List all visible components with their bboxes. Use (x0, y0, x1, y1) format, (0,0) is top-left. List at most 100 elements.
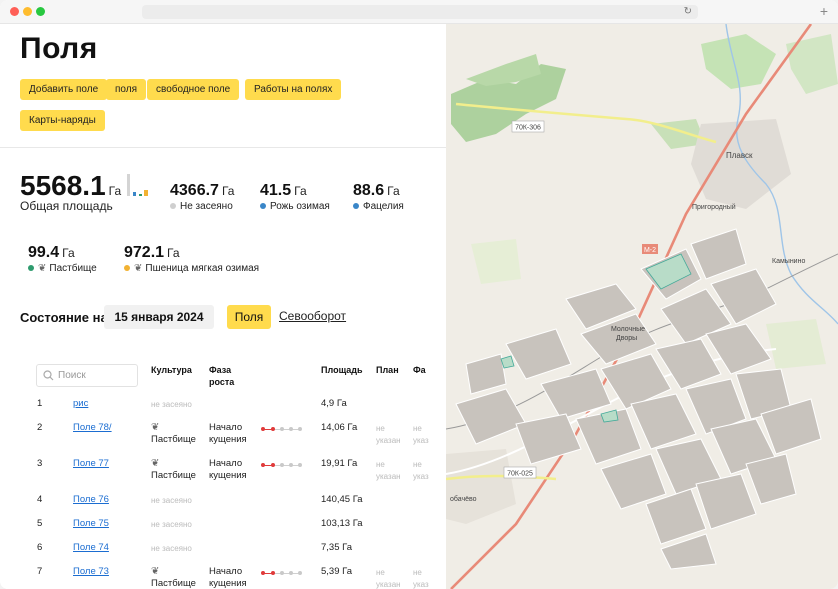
fact-cell: не указ (413, 568, 429, 589)
search-placeholder: Поиск (58, 370, 86, 381)
search-input[interactable]: Поиск (36, 364, 138, 387)
row-number: 7 (37, 566, 43, 577)
stat-label: Не засеяно (170, 201, 233, 212)
fact-cell: не указ (413, 460, 429, 481)
phase-progress (261, 426, 303, 432)
phase-progress (261, 570, 303, 576)
map-label-road: 70К-025 (507, 471, 533, 478)
stat-value: 972.1 Га (124, 244, 180, 261)
reload-icon[interactable]: ↻ (684, 5, 692, 19)
work-orders-button[interactable]: Карты-наряды (20, 110, 105, 131)
fields-panel: Поля Добавить поле поля свободное поле Р… (0, 24, 446, 589)
legend-dot (353, 203, 359, 209)
stat-value: 4366.7 Га (170, 182, 235, 199)
stat-label: ❦ Пшеница мягкая озимая (124, 263, 259, 274)
new-tab-icon[interactable]: + (820, 3, 828, 19)
field-link[interactable]: Поле 77 (73, 458, 109, 470)
meadow-area (766, 319, 826, 369)
total-area-value: 5568.1 Га (20, 170, 122, 201)
culture-cell: ❦ Пастбище (151, 458, 196, 481)
minimize-window-icon[interactable] (23, 7, 32, 16)
plan-cell: не указан (376, 568, 401, 589)
field-link[interactable]: Поле 78/ (73, 422, 112, 434)
area-mini-chart (127, 174, 148, 196)
field-link[interactable]: Поле 75 (73, 518, 109, 530)
tab-crop-rotation[interactable]: Севооборот (279, 309, 346, 323)
close-window-icon[interactable] (10, 7, 19, 16)
legend-dot (124, 265, 130, 271)
town-area (691, 119, 791, 209)
culture-cell: ❦ Пастбище (151, 566, 196, 589)
phase-cell: Начало кущения (209, 422, 247, 445)
legend-dot (28, 265, 34, 271)
map-label-village: обачёво (450, 495, 477, 503)
divider (0, 147, 446, 148)
not-sown-label: не засеяно (151, 544, 192, 553)
culture-cell: ❦ Пастбище (151, 422, 196, 445)
not-sown-label: не засеяно (151, 496, 192, 505)
map-label-road: 70К-306 (515, 125, 541, 132)
date-picker[interactable]: 15 января 2024 (104, 305, 214, 329)
fields-button[interactable]: поля (106, 79, 147, 100)
column-header-phase[interactable]: Фаза роста (209, 364, 234, 388)
field-area: 103,13 Га (321, 518, 363, 529)
leaf-icon: ❦ (151, 422, 160, 433)
stat-label: Рожь озимая (260, 201, 330, 212)
maximize-window-icon[interactable] (36, 7, 45, 16)
field-works-button[interactable]: Работы на полях (245, 79, 342, 100)
row-number: 5 (37, 518, 43, 529)
legend-dot (260, 203, 266, 209)
forest-area (786, 34, 838, 94)
browser-titlebar: ↻ + (0, 0, 838, 24)
phase-cell: Начало кущения (209, 566, 247, 589)
leaf-icon: ❦ (38, 263, 47, 274)
column-header-plan[interactable]: План (376, 364, 399, 376)
leaf-icon: ❦ (134, 263, 143, 274)
plan-cell: не указан (376, 460, 401, 481)
column-header-area[interactable]: Площадь (321, 364, 363, 376)
row-number: 6 (37, 542, 43, 553)
town-area (446, 449, 516, 524)
column-header-fact[interactable]: Фа (413, 364, 426, 376)
plan-cell: не указан (376, 424, 401, 445)
stat-value: 88.6 Га (353, 182, 400, 199)
field-area: 5,39 Га (321, 566, 353, 577)
field-link[interactable]: Поле 76 (73, 494, 109, 506)
legend-dot (170, 203, 176, 209)
not-sown-label: не засеяно (151, 520, 192, 529)
not-sown-label: не засеяно (151, 400, 192, 409)
add-field-button[interactable]: Добавить поле (20, 79, 108, 100)
map-label-village: Камынино (772, 258, 805, 265)
browser-window: ↻ + Поля Добавить поле поля свободное по… (0, 0, 838, 589)
fields-map[interactable]: 70К-306 Плавск Пригородный Камынино М-2 … (446, 24, 838, 589)
field-link[interactable]: Поле 73 (73, 566, 109, 578)
column-header-culture[interactable]: Культура (151, 364, 192, 376)
leaf-icon: ❦ (151, 566, 160, 577)
address-bar[interactable]: ↻ (142, 5, 698, 19)
phase-cell: Начало кущения (209, 458, 247, 481)
map-label-town: Плавск (726, 151, 753, 160)
map-label-highway: М-2 (644, 247, 656, 254)
search-icon (43, 370, 54, 381)
map-label-village: Пригородный (692, 203, 736, 211)
tab-fields[interactable]: Поля (227, 305, 271, 329)
stat-value: 99.4 Га (28, 244, 75, 261)
phase-progress (261, 462, 303, 468)
field-area: 19,91 Га (321, 458, 358, 469)
field-link[interactable]: Поле 74 (73, 542, 109, 554)
map-label-village: Дворы (616, 335, 637, 342)
free-field-button[interactable]: свободное поле (147, 79, 240, 100)
row-number: 1 (37, 398, 43, 409)
stat-label: Фацелия (353, 201, 404, 212)
field-area: 14,06 Га (321, 422, 358, 433)
field-link[interactable]: рис (73, 398, 88, 410)
meadow-area (471, 239, 521, 284)
field-area: 4,9 Га (321, 398, 347, 409)
state-label: Состояние на (20, 310, 108, 325)
field-area: 140,45 Га (321, 494, 363, 505)
map-label-village: Молочные (611, 326, 645, 333)
stat-label: ❦ Пастбище (28, 263, 97, 274)
row-number: 4 (37, 494, 43, 505)
row-number: 2 (37, 422, 43, 433)
total-area-label: Общая площадь (20, 199, 113, 213)
